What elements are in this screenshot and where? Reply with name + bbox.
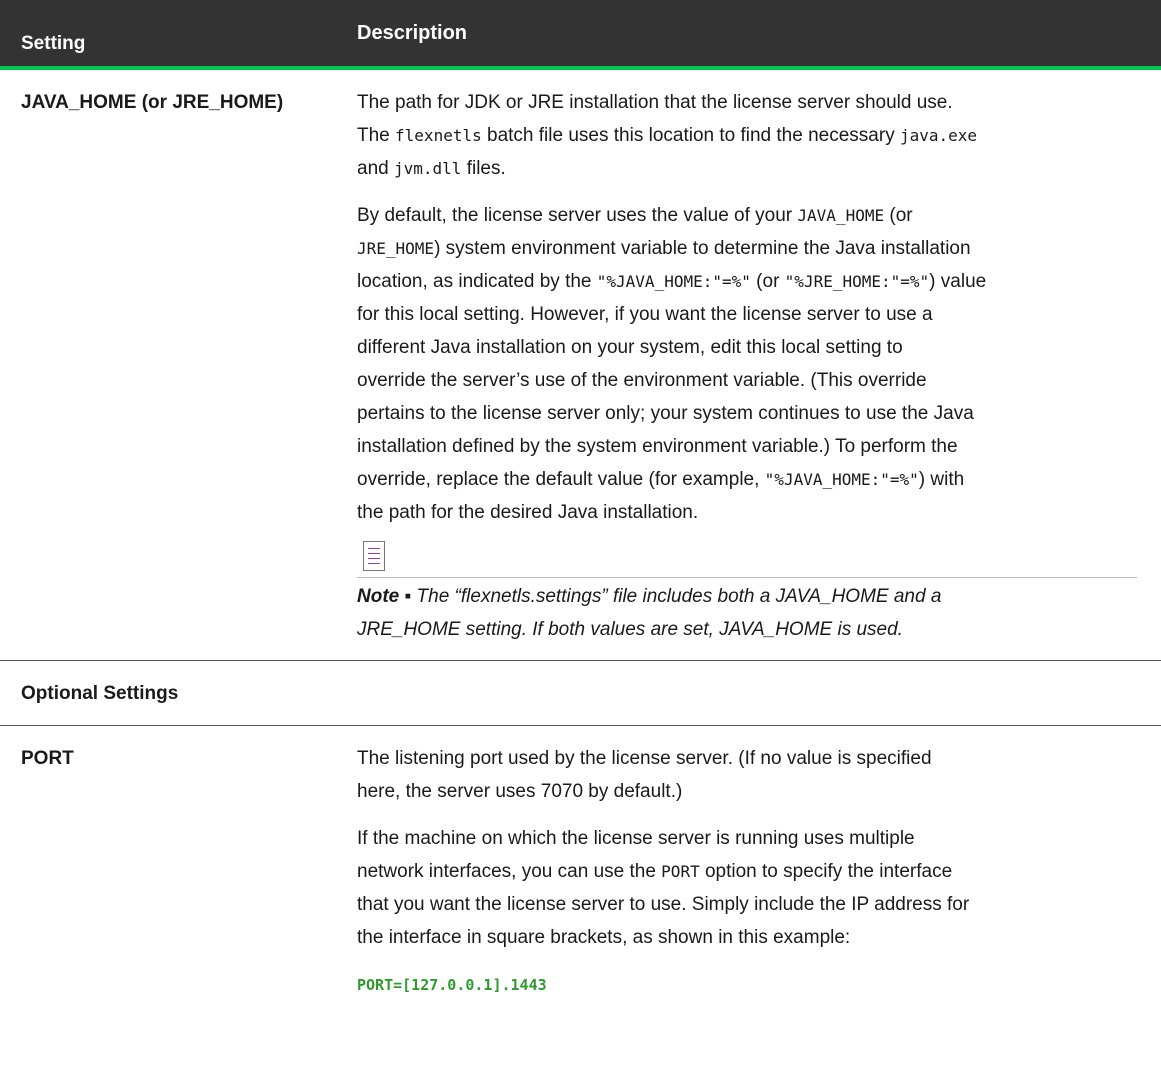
- description-paragraph: The listening port used by the license s…: [357, 748, 932, 802]
- setting-description: The path for JDK or JRE installation tha…: [351, 70, 1161, 660]
- settings-table: Setting Description JAVA_HOME (or JRE_HO…: [0, 0, 1161, 1002]
- table-header: Setting Description: [0, 0, 1161, 70]
- setting-name: JAVA_HOME (or JRE_HOME): [21, 92, 284, 113]
- header-description: Description: [357, 21, 468, 44]
- table-row-java-home: JAVA_HOME (or JRE_HOME) The path for JDK…: [0, 70, 1161, 661]
- note-icon: [363, 541, 385, 571]
- section-label: Optional Settings: [21, 683, 179, 704]
- note-text: Note ▪ The “flexnetls.settings” file inc…: [357, 586, 942, 640]
- description-paragraph: If the machine on which the license serv…: [357, 828, 970, 948]
- code-example: PORT=[127.0.0.1].1443: [357, 976, 547, 994]
- header-setting: Setting: [21, 33, 86, 54]
- table-row-port: PORT The listening port used by the lice…: [0, 726, 1161, 1002]
- setting-name: PORT: [21, 748, 74, 769]
- description-paragraph: By default, the license server uses the …: [357, 205, 987, 523]
- note-divider: [357, 577, 1137, 578]
- description-paragraph: The path for JDK or JRE installation tha…: [357, 92, 978, 179]
- setting-description: The listening port used by the license s…: [351, 726, 1161, 1002]
- note-label: Note ▪: [357, 586, 412, 607]
- table-row-optional-settings: Optional Settings: [0, 661, 1161, 726]
